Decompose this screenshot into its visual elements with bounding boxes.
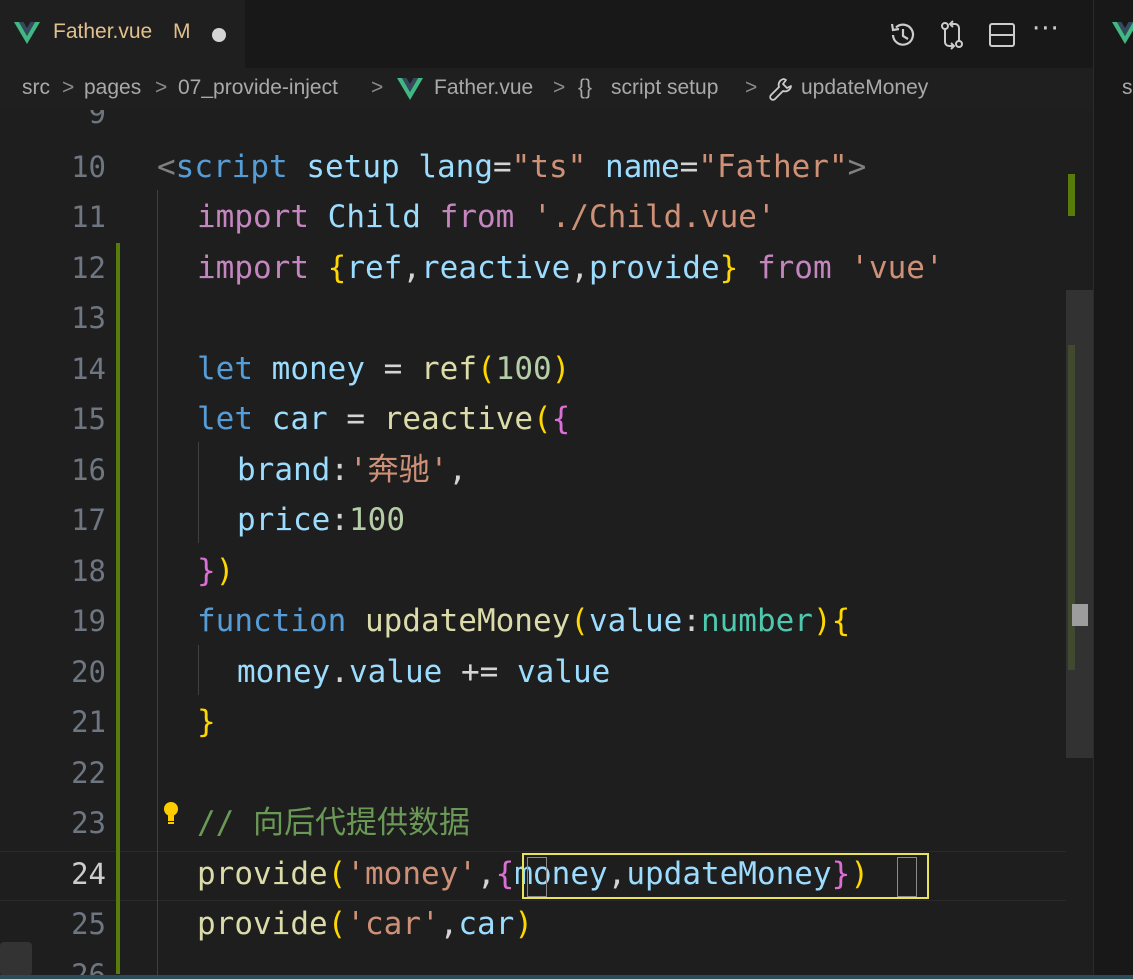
breadcrumb: src > pages > 07_provide-inject > Father… (0, 68, 1093, 110)
panel-border (0, 975, 1133, 979)
code-content: } (197, 704, 216, 740)
secondary-editor-group[interactable]: s (1093, 0, 1133, 979)
code-content: price:100 (237, 502, 405, 538)
line-number: 24 (71, 857, 106, 891)
code-content: import Child from './Child.vue' (197, 199, 776, 235)
code-line: 14 let money = ref(100) (0, 344, 1093, 395)
line-number: 16 (71, 453, 106, 487)
vertical-scrollbar[interactable] (1066, 290, 1093, 758)
code-content: brand:'奔驰', (237, 452, 467, 488)
code-line: 16 brand:'奔驰', (0, 445, 1093, 496)
bracket-match-highlight (897, 857, 917, 897)
code-line: 22 (0, 748, 1093, 799)
line-number: 9 (88, 110, 106, 130)
code-content: <script setup lang="ts" name="Father"> (157, 149, 867, 185)
history-icon[interactable] (885, 18, 919, 52)
code-content: money.value += value (237, 654, 611, 690)
chevron-right-icon: > (371, 76, 384, 99)
code-content: provide('car',car) (197, 906, 533, 942)
code-content: }) (197, 553, 235, 589)
code-content: import {ref,reactive,provide} from 'vue' (197, 250, 944, 286)
code-line: 20 money.value += value (0, 647, 1093, 698)
line-number: 19 (71, 604, 106, 638)
bracket-pair-highlight (522, 853, 929, 899)
breadcrumb-file[interactable]: Father.vue (434, 76, 533, 100)
chevron-right-icon: > (553, 76, 566, 99)
code-editor[interactable]: 9 10 <script setup lang="ts" name="Fathe… (0, 110, 1093, 979)
breadcrumb-symbol[interactable]: updateMoney (801, 76, 928, 100)
line-number: 14 (71, 352, 106, 386)
braces-icon: {} (578, 76, 593, 99)
line-number: 11 (71, 200, 106, 234)
vue-logo-icon (397, 78, 423, 100)
code-line: 13 (0, 293, 1093, 344)
line-number: 25 (71, 907, 106, 941)
breadcrumb-pages[interactable]: pages (84, 76, 141, 100)
line-number: 13 (71, 301, 106, 335)
code-line: 11 import Child from './Child.vue' (0, 192, 1093, 243)
wrench-icon (769, 78, 792, 101)
tab-modified-badge: M (173, 20, 191, 43)
vue-logo-icon (14, 22, 40, 44)
line-number: 20 (71, 655, 106, 689)
line-number: 10 (71, 150, 106, 184)
tab-father-vue[interactable]: Father.vue M (0, 0, 245, 68)
line-number: 21 (71, 705, 106, 739)
line-number: 17 (71, 503, 106, 537)
code-line: 10 <script setup lang="ts" name="Father"… (0, 142, 1093, 193)
code-content: let money = ref(100) (197, 351, 571, 387)
editor-tab-bar: Father.vue M ··· (0, 0, 1133, 68)
bracket-match-highlight (527, 857, 547, 897)
code-line: 21 } (0, 697, 1093, 748)
vue-logo-icon (1112, 22, 1133, 44)
line-number: 18 (71, 554, 106, 588)
compare-changes-icon[interactable] (935, 18, 969, 52)
code-line: 19 function updateMoney(value:number){ (0, 596, 1093, 647)
line-number: 15 (71, 402, 106, 436)
split-editor-icon[interactable] (985, 18, 1019, 52)
code-line: 25 provide('car',car) (0, 899, 1093, 950)
chevron-right-icon: > (155, 76, 168, 99)
code-content: // 向后代提供数据 (197, 805, 470, 841)
minimap-change-marker (1068, 174, 1075, 216)
secondary-breadcrumb-fragment: s (1122, 76, 1133, 99)
line-number: 22 (71, 756, 106, 790)
status-indicator[interactable] (0, 942, 32, 976)
code-line: 18 }) (0, 546, 1093, 597)
code-content: let car = reactive({ (197, 401, 571, 437)
tab-filename: Father.vue (53, 20, 153, 43)
code-content: function updateMoney(value:number){ (197, 603, 851, 639)
minimap-cursor-marker (1072, 604, 1088, 626)
chevron-right-icon: > (745, 76, 758, 99)
lightbulb-icon[interactable] (161, 800, 181, 826)
code-line: 17 price:100 (0, 495, 1093, 546)
code-line: 15 let car = reactive({ (0, 394, 1093, 445)
breadcrumb-src[interactable]: src (22, 76, 50, 100)
line-number: 12 (71, 251, 106, 285)
code-line: 12 import {ref,reactive,provide} from 'v… (0, 243, 1093, 294)
more-actions-button[interactable]: ··· (1032, 14, 1060, 44)
breadcrumb-scope[interactable]: script setup (611, 76, 718, 100)
line-number: 23 (71, 806, 106, 840)
code-line: 9 (0, 110, 1093, 139)
breadcrumb-folder[interactable]: 07_provide-inject (178, 76, 338, 100)
chevron-right-icon: > (62, 76, 75, 99)
unsaved-dot-icon[interactable] (212, 28, 226, 42)
